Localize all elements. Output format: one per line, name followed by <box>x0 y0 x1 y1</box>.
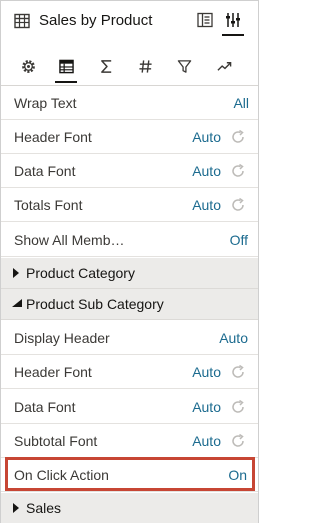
row-value[interactable]: Auto <box>192 399 221 415</box>
row-label: Display Header <box>14 330 110 346</box>
row-value[interactable]: Auto <box>192 364 221 380</box>
row-label: Data Font <box>14 163 76 179</box>
row-display-header[interactable]: Display Header Auto <box>1 321 258 355</box>
table-icon <box>58 59 74 73</box>
tab-table[interactable] <box>51 49 81 83</box>
caret-right-icon <box>13 268 19 278</box>
row-value[interactable]: Auto <box>192 129 221 145</box>
row-value[interactable]: Auto <box>192 197 221 213</box>
row-label: Header Font <box>14 364 92 380</box>
tab-general[interactable] <box>13 49 43 83</box>
row-show-all-members[interactable]: Show All Memb… Off <box>1 223 258 257</box>
row-label: Header Font <box>14 129 92 145</box>
row-label: Subtotal Font <box>14 433 98 449</box>
grammar-panel-icon <box>197 12 213 28</box>
reset-icon[interactable] <box>230 197 246 213</box>
row-label: Show All Memb… <box>14 232 125 248</box>
properties-panel-icon <box>226 13 240 27</box>
reset-icon[interactable] <box>230 399 246 415</box>
row-label: Totals Font <box>14 197 83 213</box>
panel-header: Sales by Product <box>1 1 258 41</box>
sigma-icon <box>100 59 111 73</box>
row-data-font[interactable]: Data Font Auto <box>1 390 258 424</box>
row-label: Wrap Text <box>14 95 77 111</box>
row-value[interactable]: All <box>233 95 249 111</box>
row-value[interactable]: Off <box>230 232 248 248</box>
section-label: Product Sub Category <box>26 296 164 312</box>
properties-panel: Sales by Product Wrap Text All Header Fo… <box>0 0 259 523</box>
reset-icon[interactable] <box>230 364 246 380</box>
row-value[interactable]: On <box>228 467 247 483</box>
section-product-category[interactable]: Product Category <box>1 258 258 289</box>
row-value[interactable]: Auto <box>192 163 221 179</box>
row-totals-font[interactable]: Totals Font Auto <box>1 188 258 222</box>
row-on-click-action[interactable]: On Click Action On <box>1 458 258 492</box>
row-header-font[interactable]: Header Font Auto <box>1 120 258 154</box>
section-label: Product Category <box>26 265 135 281</box>
grammar-panel-button[interactable] <box>194 9 216 31</box>
properties-panel-button[interactable] <box>222 9 244 36</box>
trend-icon <box>216 61 231 71</box>
properties-tabs <box>1 49 258 83</box>
reset-icon[interactable] <box>230 433 246 449</box>
caret-right-icon <box>13 503 19 513</box>
gear-icon <box>21 59 35 73</box>
row-wrap-text[interactable]: Wrap Text All <box>1 86 258 120</box>
reset-icon[interactable] <box>230 163 246 179</box>
row-value[interactable]: Auto <box>192 433 221 449</box>
tab-number-format[interactable] <box>130 49 160 83</box>
row-subtotal-font[interactable]: Subtotal Font Auto <box>1 424 258 458</box>
section-sales[interactable]: Sales <box>1 493 258 523</box>
tab-analytics[interactable] <box>209 49 239 83</box>
page-title: Sales by Product <box>39 12 153 29</box>
hash-icon <box>138 59 152 73</box>
section-label: Sales <box>26 500 62 516</box>
caret-down-icon <box>12 299 22 307</box>
row-data-font[interactable]: Data Font Auto <box>1 154 258 188</box>
row-header-font[interactable]: Header Font Auto <box>1 355 258 389</box>
filter-icon <box>177 59 191 73</box>
table-icon <box>14 13 30 34</box>
section-product-sub-category[interactable]: Product Sub Category <box>1 289 258 320</box>
reset-icon[interactable] <box>230 129 246 145</box>
row-label: On Click Action <box>14 467 109 483</box>
tab-totals[interactable] <box>91 49 121 83</box>
row-value[interactable]: Auto <box>219 330 248 346</box>
tab-filter[interactable] <box>169 49 199 83</box>
row-label: Data Font <box>14 399 76 415</box>
